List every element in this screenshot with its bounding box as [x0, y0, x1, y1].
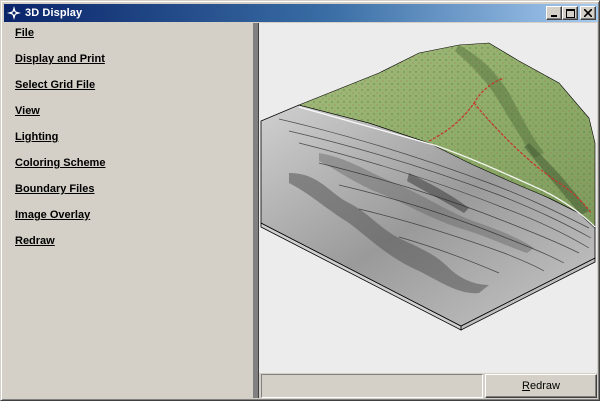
menu-item-select-grid-file[interactable]: Select Grid File — [15, 79, 95, 91]
close-icon — [584, 9, 592, 17]
window-title: 3D Display — [25, 7, 83, 19]
menu-item-image-overlay[interactable]: Image Overlay — [15, 209, 90, 221]
main-window: 3D Display File Display and Print Select… — [0, 0, 600, 401]
compass-icon[interactable] — [6, 5, 22, 21]
menu-item-coloring-scheme[interactable]: Coloring Scheme — [15, 157, 105, 169]
menu-item-display-and-print[interactable]: Display and Print — [15, 53, 105, 65]
3d-view[interactable] — [259, 23, 597, 373]
menu-item-redraw[interactable]: Redraw — [15, 235, 55, 247]
minimize-icon — [551, 15, 557, 17]
menu-item-boundary-files[interactable]: Boundary Files — [15, 183, 94, 195]
redraw-button[interactable]: Redraw — [485, 374, 597, 398]
close-button[interactable] — [580, 6, 596, 20]
panel-splitter[interactable] — [252, 23, 259, 398]
minimize-button[interactable] — [546, 6, 562, 20]
title-bar[interactable]: 3D Display — [4, 4, 598, 22]
redraw-button-label: Redraw — [522, 380, 560, 392]
terrain-render — [260, 42, 596, 331]
maximize-button[interactable] — [562, 6, 578, 20]
menu-item-view[interactable]: View — [15, 105, 40, 117]
menu-item-file[interactable]: File — [15, 27, 34, 39]
window-controls — [546, 6, 596, 20]
menu-item-lighting[interactable]: Lighting — [15, 131, 58, 143]
status-field — [261, 374, 483, 398]
maximize-icon — [565, 8, 575, 18]
command-panel: File Display and Print Select Grid File … — [5, 23, 252, 398]
